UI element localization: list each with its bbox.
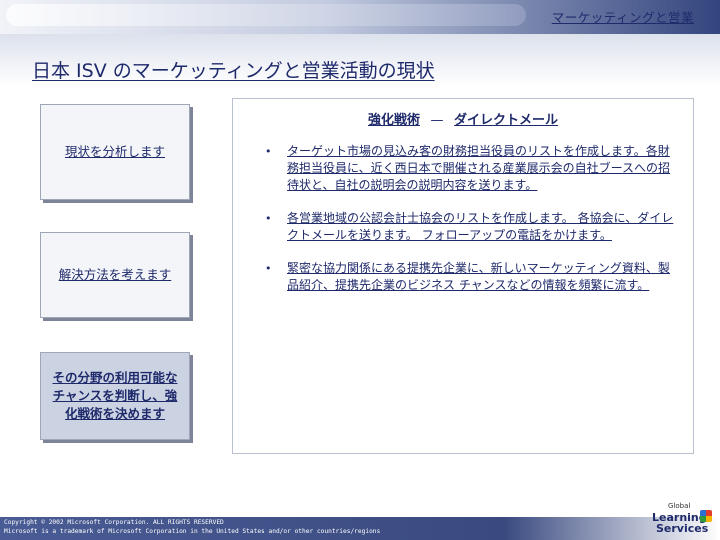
logo-text-services: Services: [656, 522, 709, 535]
header-decoration: [6, 4, 526, 26]
bullet-icon: •: [265, 262, 272, 275]
section-label: マーケッティングと営業: [551, 10, 694, 25]
step-strategy: その分野の利用可能なチャンスを判断し、強化戦術を決めます: [40, 352, 190, 440]
heading-strategy: 強化戦術: [367, 113, 420, 128]
bullet-text: ターゲット市場の見込み客の財務担当役員のリストを作成します。各財務担当役員に、近…: [287, 144, 671, 192]
content-panel: 強化戦術 — ダイレクトメール • ターゲット市場の見込み客の財務担当役員のリス…: [232, 98, 694, 454]
content-heading: 強化戦術 — ダイレクトメール: [233, 109, 693, 128]
bullet-icon: •: [265, 212, 272, 225]
step-label: 現状を分析します: [64, 144, 165, 159]
bullet-icon: •: [265, 145, 272, 158]
heading-separator: —: [430, 113, 444, 128]
trademark-text: Microsoft is a trademark of Microsoft Co…: [4, 528, 381, 535]
step-label: その分野の利用可能なチャンスを判断し、強化戦術を決めます: [52, 370, 178, 421]
bullet-list: • ターゲット市場の見込み客の財務担当役員のリストを作成します。各財務担当役員に…: [261, 143, 681, 310]
logo-text-global: Global: [668, 502, 691, 510]
list-item: • 各営業地域の公認会計士協会のリストを作成します。 各協会に、ダイレクトメール…: [261, 210, 681, 244]
heading-direct-mail: ダイレクトメール: [454, 113, 559, 128]
step-label: 解決方法を考えます: [58, 267, 172, 282]
global-learning-services-logo: Global Learning Services: [648, 500, 714, 538]
copyright-text: Copyright © 2002 Microsoft Corporation. …: [4, 519, 224, 526]
list-item: • 緊密な協力関係にある提携先企業に、新しいマーケッティング資料、製品紹介、提携…: [261, 260, 681, 294]
step-solution: 解決方法を考えます: [40, 232, 190, 318]
list-item: • ターゲット市場の見込み客の財務担当役員のリストを作成します。各財務担当役員に…: [261, 143, 681, 194]
page-title: 日本 ISV のマーケッティングと営業活動の現状: [32, 60, 435, 82]
footer-legal: Copyright © 2002 Microsoft Corporation. …: [4, 518, 424, 536]
step-analyze: 現状を分析します: [40, 104, 190, 200]
windows-flag-icon: [700, 510, 712, 522]
bullet-text: 各営業地域の公認会計士協会のリストを作成します。 各協会に、ダイレクトメールを送…: [287, 211, 674, 242]
bullet-text: 緊密な協力関係にある提携先企業に、新しいマーケッティング資料、製品紹介、提携先企…: [287, 261, 670, 292]
